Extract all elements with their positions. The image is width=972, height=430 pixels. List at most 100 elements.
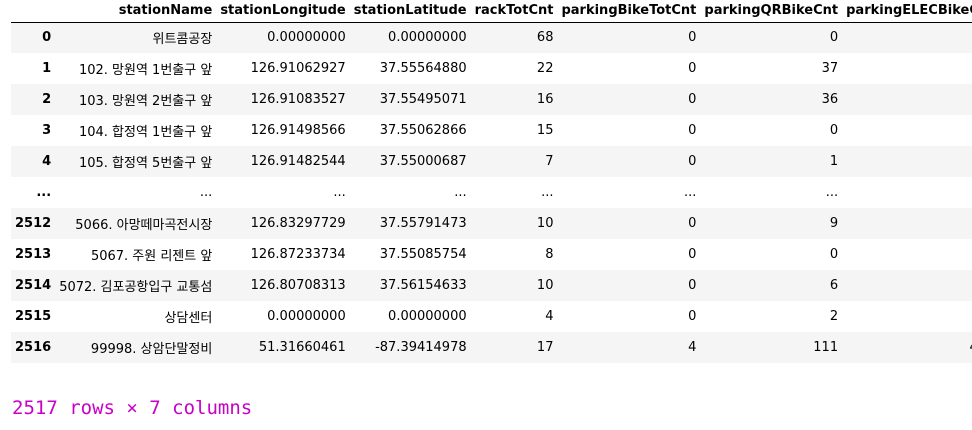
cell-stationLongitude: 126.87233734 [250,247,346,262]
row-index: 2513 [15,247,52,262]
cell-stationLongitude: 0.00000000 [267,30,346,46]
cell-stationLongitude: 126.91062927 [250,61,346,76]
cell-stationLongitude: 126.91482544 [250,154,346,169]
cell-stationLatitude: 0.00000000 [388,309,467,324]
cell-parkingELECBikeCnt: 460 [842,332,972,363]
cell-stationLongitude: 126.83297729 [250,216,346,231]
cell-parkingQRBikeCnt: 9 [829,216,839,231]
cell-parkingBikeTotCnt: 0 [688,92,697,107]
cell-rackTotCnt: 7 [545,154,554,169]
cell-parkingELECBikeCnt: 0 [842,22,972,53]
cell-stationLongitude: ... [333,185,346,200]
cell-rackTotCnt: ... [541,185,554,200]
row-index: 3 [42,123,52,138]
table-row: 2512 5066. 아망떼마곡전시장 126.83297729 37.5579147… [11,208,972,239]
cell-stationLatitude: 37.55495071 [379,92,467,107]
header-parkingELECBikeCnt: parkingELECBikeCnt [842,0,972,23]
cell-parkingELECBikeCnt: 0 [842,301,972,332]
cell-stationName: 5066. 아망떼마곡전시장 [75,218,213,233]
cell-parkingELECBikeCnt: ... [842,177,972,208]
cell-parkingELECBikeCnt: 1 [842,84,972,115]
dataframe-output: stationName stationLongitude stationLati… [0,0,972,430]
cell-parkingBikeTotCnt: 0 [688,154,697,169]
row-index: 2516 [15,340,52,355]
table-header: stationName stationLongitude stationLati… [11,0,972,23]
cell-stationName: 5072. 김포공항입구 교통섬 [59,280,213,295]
table-row: 4 105. 합정역 5번출구 앞 126.91482544 37.55000687 7… [11,146,972,177]
header-stationLongitude: stationLongitude [216,0,350,23]
header-index [11,0,56,23]
cell-rackTotCnt: 10 [536,278,554,293]
cell-parkingELECBikeCnt: 0 [842,115,972,146]
table-row: 2514 5072. 김포공항입구 교통섬 126.80708313 37.56154… [11,270,972,301]
cell-parkingQRBikeCnt: 0 [829,123,839,138]
cell-parkingQRBikeCnt: 0 [829,247,839,262]
cell-stationName: 104. 합정역 1번출구 앞 [78,125,213,140]
cell-parkingBikeTotCnt: 4 [688,340,697,355]
cell-stationLatitude: -87.39414978 [375,340,467,355]
cell-stationLongitude: 126.80708313 [250,278,346,293]
table-row: ........................ [11,177,972,208]
cell-parkingELECBikeCnt: 0 [842,146,972,177]
cell-stationName: 105. 합정역 5번출구 앞 [78,156,213,171]
cell-stationLongitude: 126.91083527 [250,92,346,107]
cell-stationLatitude: 0.00000000 [388,30,467,46]
cell-parkingBikeTotCnt: ... [684,185,697,200]
header-parkingBikeTotCnt: parkingBikeTotCnt [557,0,701,23]
table-row: 2516 99998. 상암단말정비 51.31660461 -87.39414978… [11,332,972,363]
cell-parkingBikeTotCnt: 0 [688,278,697,293]
dataframe-table: stationName stationLongitude stationLati… [11,0,972,363]
table-row: 0위트콤공장0.000000000.0000000068000 [11,22,972,53]
cell-rackTotCnt: 15 [536,123,554,138]
cell-parkingQRBikeCnt: 1 [829,154,839,169]
cell-stationLatitude: 37.55085754 [379,247,467,262]
cell-stationName: 5067. 주원 리젠트 앞 [90,249,213,264]
cell-parkingQRBikeCnt: 2 [829,309,839,324]
cell-parkingBikeTotCnt: 0 [688,247,697,262]
cell-parkingBikeTotCnt: 0 [688,216,697,231]
cell-stationLongitude: 126.91498566 [250,123,346,138]
cell-stationName: 99998. 상암단말정비 [90,342,213,357]
table-row: 1 102. 망원역 1번출구 앞 126.91062927 37.55564880 2… [11,53,972,84]
cell-stationName: 102. 망원역 1번출구 앞 [78,63,213,78]
cell-stationLatitude: ... [454,185,467,200]
row-index: 2512 [15,216,52,231]
cell-rackTotCnt: 4 [545,309,554,324]
cell-stationName: ... [199,185,213,200]
cell-parkingQRBikeCnt: 0 [829,30,839,46]
cell-parkingQRBikeCnt: 37 [821,61,839,76]
cell-stationLatitude: 37.55564880 [379,61,467,76]
cell-stationLongitude: 51.31660461 [258,340,346,355]
row-index: 4 [42,154,52,169]
cell-parkingBikeTotCnt: 0 [688,61,697,76]
cell-rackTotCnt: 10 [536,216,554,231]
cell-stationName: 상담센터 [164,311,213,326]
shape-summary: 2517 rows × 7 columns [12,397,253,419]
table-body: 0위트콤공장0.000000000.00000000680001102. 망원역… [11,22,972,363]
header-parkingQRBikeCnt: parkingQRBikeCnt [700,0,843,23]
cell-stationLatitude: 37.55791473 [379,216,467,231]
table-row: 2515상담센터0.000000000.000000004020 [11,301,972,332]
cell-parkingQRBikeCnt: 111 [813,340,839,355]
header-stationLatitude: stationLatitude [349,0,471,23]
row-index: ... [36,185,52,200]
cell-stationName: 위트콤공장 [152,32,213,48]
table-row: 2513 5067. 주원 리젠트 앞 126.87233734 37.5508575… [11,239,972,270]
cell-parkingQRBikeCnt: 36 [821,92,839,107]
cell-parkingELECBikeCnt: 0 [842,239,972,270]
cell-parkingBikeTotCnt: 0 [688,30,697,46]
row-index: 2 [42,92,52,107]
cell-stationLongitude: 0.00000000 [267,309,346,324]
header-rackTotCnt: rackTotCnt [470,0,558,23]
cell-parkingBikeTotCnt: 0 [688,123,697,138]
table-row: 2 103. 망원역 2번출구 앞 126.91083527 37.55495071 1… [11,84,972,115]
cell-rackTotCnt: 16 [536,92,554,107]
table-row: 3 104. 합정역 1번출구 앞 126.91498566 37.55062866 1… [11,115,972,146]
cell-parkingELECBikeCnt: 2 [842,53,972,84]
cell-rackTotCnt: 17 [536,340,554,355]
cell-parkingQRBikeCnt: ... [825,185,839,200]
row-index: 1 [42,61,52,76]
row-index: 2515 [15,309,52,324]
cell-rackTotCnt: 22 [536,61,554,76]
cell-stationLatitude: 37.56154633 [379,278,467,293]
